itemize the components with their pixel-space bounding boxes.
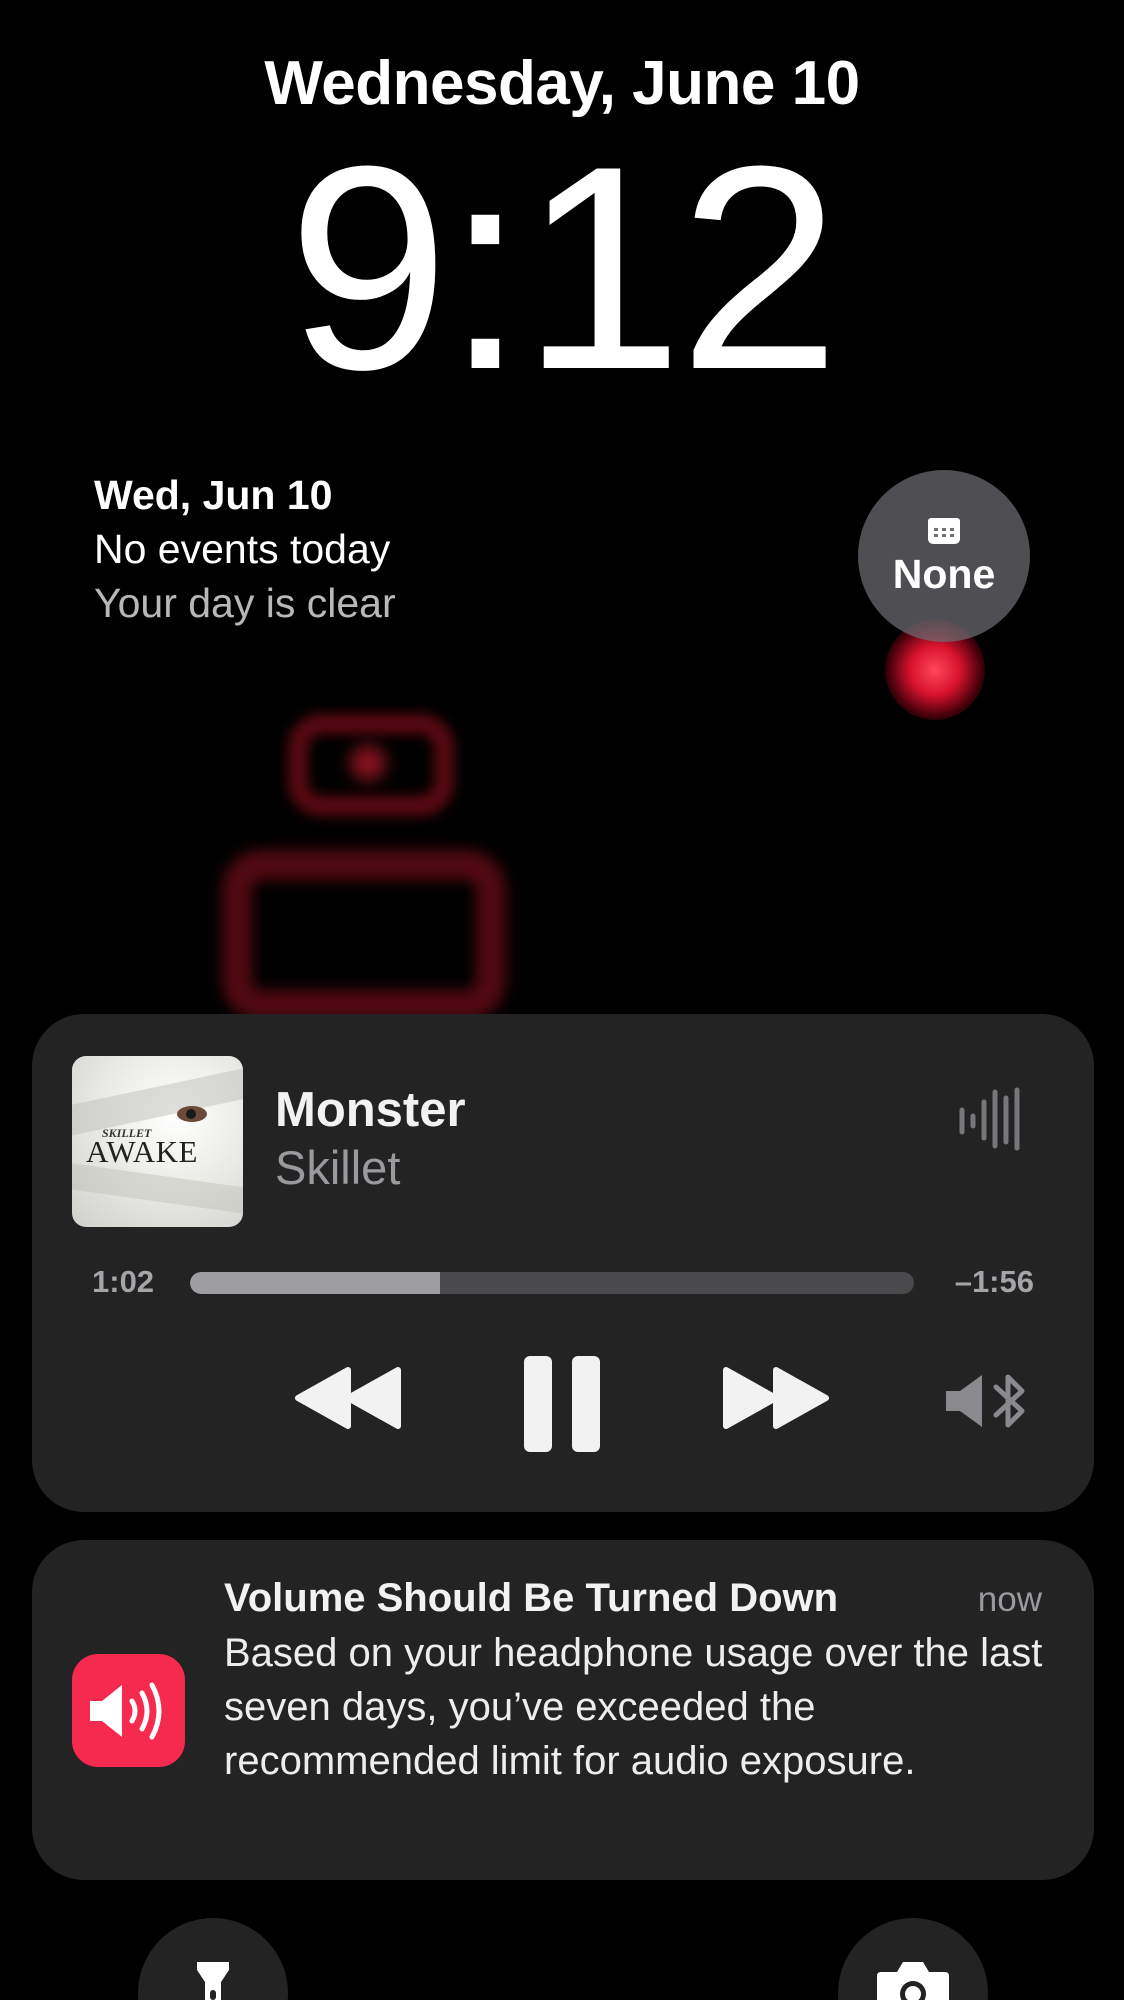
playback-progress xyxy=(190,1272,440,1294)
wallpaper-glow-dot xyxy=(350,745,386,781)
now-playing-card[interactable]: SKILLET AWAKE Monster Skillet 1:02 –1:56 xyxy=(32,1014,1094,1512)
notification-title: Volume Should Be Turned Down xyxy=(224,1576,839,1620)
album-art-wrap xyxy=(72,1065,243,1137)
volume-notification[interactable]: Volume Should Be Turned Down now Based o… xyxy=(32,1540,1094,1880)
bluetooth-audio-output-icon[interactable] xyxy=(944,1369,1030,1433)
calendar-status: Your day is clear xyxy=(94,580,396,626)
album-art-wrap xyxy=(72,1162,243,1216)
album-art-eye xyxy=(177,1106,207,1122)
calendar-widget[interactable]: Wed, Jun 10 No events today Your day is … xyxy=(94,468,614,630)
wallpaper-glow-large xyxy=(222,850,506,1020)
next-event-widget[interactable]: None xyxy=(858,470,1030,642)
waveform-icon[interactable] xyxy=(958,1086,1024,1152)
notification-time: now xyxy=(977,1580,1042,1619)
lock-time[interactable]: 9:12 xyxy=(0,118,1124,418)
song-title: Monster xyxy=(275,1083,466,1137)
notification-body: Based on your headphone usage over the l… xyxy=(224,1631,1043,1783)
pause-icon[interactable] xyxy=(522,1354,602,1454)
elapsed-time: 1:02 xyxy=(92,1264,155,1299)
fast-forward-icon[interactable] xyxy=(722,1366,830,1430)
calendar-date: Wed, Jun 10 xyxy=(94,472,333,518)
camera-icon xyxy=(877,1962,949,2000)
rewind-icon[interactable] xyxy=(294,1366,402,1430)
album-title-text: AWAKE xyxy=(86,1134,198,1169)
flashlight-button[interactable] xyxy=(138,1918,288,2000)
lock-screen: Wednesday, June 10 9:12 Wed, Jun 10 No e… xyxy=(0,0,1124,2000)
speaker-loud-icon xyxy=(89,1682,161,1739)
playback-scrubber[interactable] xyxy=(190,1272,914,1294)
song-artist: Skillet xyxy=(275,1141,401,1194)
calendar-events: No events today xyxy=(94,526,391,572)
remaining-time: –1:56 xyxy=(954,1264,1034,1299)
calendar-icon xyxy=(928,517,960,544)
album-art[interactable]: SKILLET AWAKE xyxy=(72,1056,243,1227)
camera-button[interactable] xyxy=(838,1918,988,2000)
next-event-label: None xyxy=(892,550,996,597)
notification-app-icon xyxy=(72,1654,185,1767)
flashlight-icon xyxy=(197,1962,229,2000)
